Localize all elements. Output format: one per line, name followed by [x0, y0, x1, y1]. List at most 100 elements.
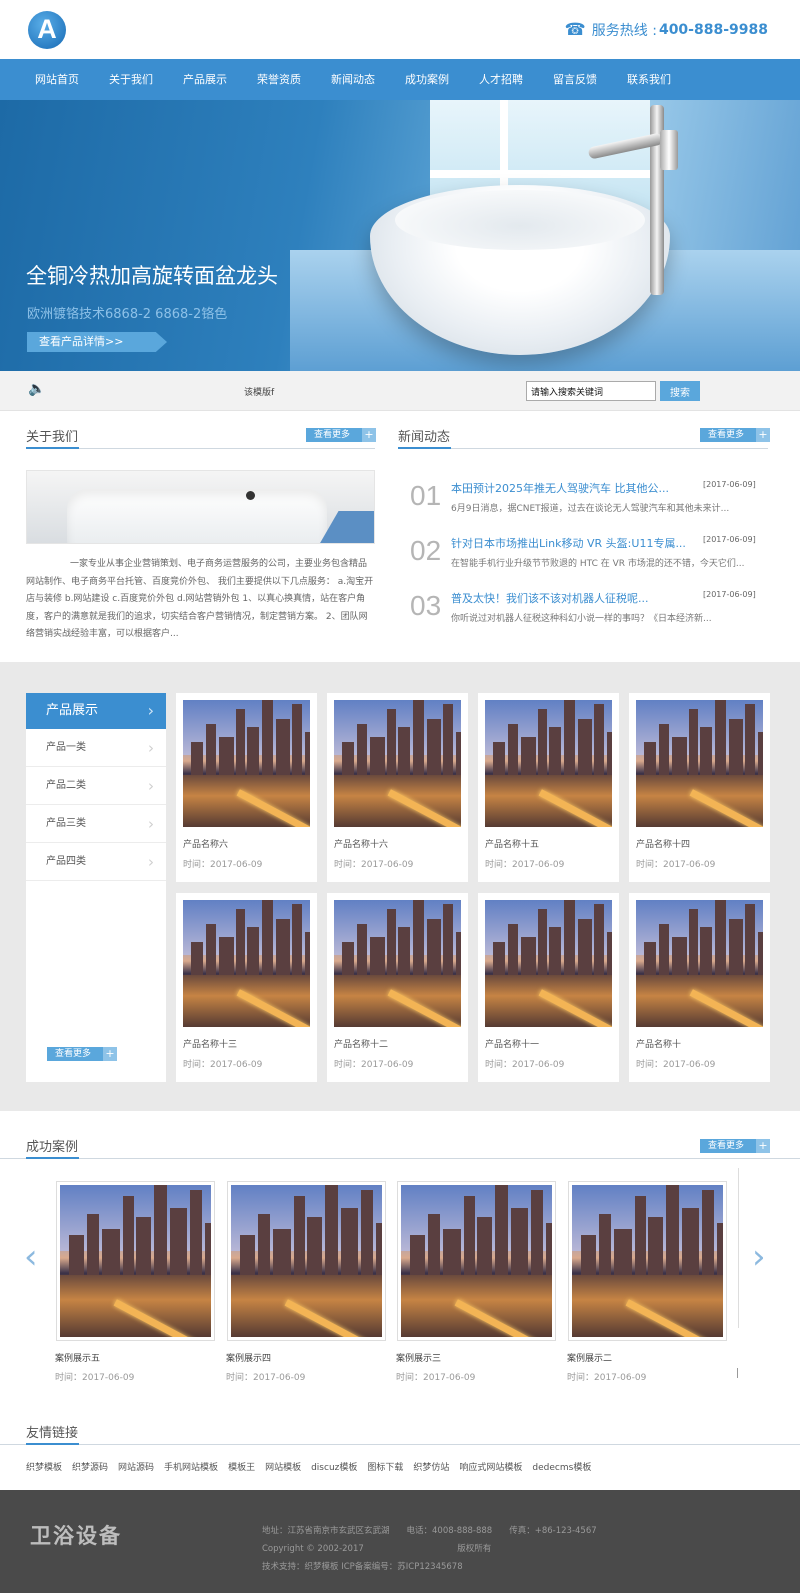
- product-thumbnail[interactable]: [485, 700, 612, 827]
- product-name[interactable]: 产品名称十一: [485, 1037, 539, 1050]
- nav-cases[interactable]: 成功案例: [390, 59, 464, 100]
- product-time: 时间：2017-06-09: [334, 1060, 414, 1070]
- carousel-prev-icon[interactable]: ‹: [24, 1240, 38, 1274]
- thumb-building: [716, 1223, 723, 1275]
- search-button[interactable]: 搜索: [660, 381, 700, 401]
- view-product-detail-button[interactable]: 查看产品详情>>: [27, 332, 167, 352]
- product-name[interactable]: 产品名称十五: [485, 837, 539, 850]
- category-item[interactable]: 产品四类 ›: [26, 843, 166, 881]
- product-thumbnail[interactable]: [60, 1185, 211, 1337]
- thumb-building: [581, 1235, 597, 1275]
- product-thumbnail[interactable]: [485, 900, 612, 1027]
- friend-link[interactable]: discuz模板: [311, 1460, 357, 1473]
- news-number: 02: [410, 535, 442, 566]
- thumb-building: [410, 1235, 426, 1275]
- product-name[interactable]: 产品名称十六: [334, 837, 388, 850]
- case-name[interactable]: 案例展示二: [567, 1351, 612, 1364]
- product-thumbnail[interactable]: [636, 700, 763, 827]
- friend-link[interactable]: 织梦模板: [26, 1460, 62, 1473]
- friend-link[interactable]: 响应式网站模板: [459, 1460, 522, 1473]
- news-item[interactable]: 01 本田预计2025年推无人驾驶汽车 比其他公... [2017-06-09]…: [410, 480, 770, 520]
- product-card[interactable]: 产品名称十 时间：2017-06-09: [629, 893, 770, 1082]
- thumb-building: [689, 908, 699, 975]
- category-item[interactable]: 产品三类 ›: [26, 805, 166, 843]
- case-name[interactable]: 案例展示三: [396, 1351, 441, 1364]
- thumb-building: [538, 908, 548, 975]
- thumb-building: [236, 708, 246, 775]
- news-item[interactable]: 03 普及太快！我们该不该对机器人征税呢... [2017-06-09] 你听说…: [410, 590, 770, 630]
- nav-home[interactable]: 网站首页: [20, 59, 94, 100]
- news-description: 你听说过对机器人征税这种科幻小说一样的事吗？《日本经济新...: [451, 614, 712, 624]
- news-title-link[interactable]: 本田预计2025年推无人驾驶汽车 比其他公...: [451, 480, 691, 496]
- thumb-building: [356, 724, 368, 775]
- news-item[interactable]: 02 针对日本市场推出Link移动 VR 头盔:U11专属... [2017-0…: [410, 535, 770, 575]
- product-sidebar-title[interactable]: 产品展示 ›: [26, 693, 166, 729]
- friend-link[interactable]: 织梦仿站: [413, 1460, 449, 1473]
- nav-news[interactable]: 新闻动态: [316, 59, 390, 100]
- product-thumbnail[interactable]: [636, 900, 763, 1027]
- carousel-next-icon[interactable]: ›: [752, 1240, 766, 1274]
- friend-link[interactable]: 织梦源码: [72, 1460, 108, 1473]
- thumb-building: [548, 926, 562, 975]
- thumb-building: [492, 741, 506, 775]
- thumb-building: [341, 941, 355, 975]
- product-name[interactable]: 产品名称十四: [636, 837, 690, 850]
- product-thumbnail[interactable]: [334, 900, 461, 1027]
- product-card[interactable]: 产品名称十四 时间：2017-06-09: [629, 693, 770, 882]
- links-section-title: 友情链接: [26, 1426, 79, 1441]
- nav-jobs[interactable]: 人才招聘: [464, 59, 538, 100]
- product-card[interactable]: 产品名称十一 时间：2017-06-09: [478, 893, 619, 1082]
- thumb-building: [671, 736, 687, 775]
- about-more-button[interactable]: 查看更多 +: [306, 428, 376, 442]
- friend-link[interactable]: dedecms模板: [532, 1460, 591, 1473]
- nav-about[interactable]: 关于我们: [94, 59, 168, 100]
- about-section-title: 关于我们: [26, 430, 79, 445]
- product-thumbnail[interactable]: [231, 1185, 382, 1337]
- product-card[interactable]: 产品名称十三 时间：2017-06-09: [176, 893, 317, 1082]
- product-card[interactable]: 产品名称十六 时间：2017-06-09: [327, 693, 468, 882]
- news-title-link[interactable]: 针对日本市场推出Link移动 VR 头盔:U11专属...: [451, 535, 691, 551]
- case-name[interactable]: 案例展示四: [226, 1351, 271, 1364]
- product-card[interactable]: 产品名称六 时间：2017-06-09: [176, 693, 317, 882]
- case-card[interactable]: [227, 1181, 386, 1341]
- cases-more-button[interactable]: 查看更多 +: [700, 1139, 770, 1153]
- product-name[interactable]: 产品名称十三: [183, 1037, 237, 1050]
- product-card[interactable]: 产品名称十二时间：2017-06-09: [327, 893, 468, 1082]
- nav-products[interactable]: 产品展示: [168, 59, 242, 100]
- case-name[interactable]: 案例展示五: [55, 1351, 100, 1364]
- product-thumbnail[interactable]: [572, 1185, 723, 1337]
- friend-link[interactable]: 手机网站模板: [164, 1460, 218, 1473]
- thumb-water: [231, 1275, 382, 1337]
- friend-link[interactable]: 模板王: [228, 1460, 255, 1473]
- news-title-underline: [398, 447, 451, 449]
- product-name[interactable]: 产品名称十: [636, 1037, 681, 1050]
- friend-link[interactable]: 网站模板: [265, 1460, 301, 1473]
- news-more-button[interactable]: 查看更多 +: [700, 428, 770, 442]
- product-thumbnail[interactable]: [401, 1185, 552, 1337]
- nav-feedback[interactable]: 留言反馈: [538, 59, 612, 100]
- nav-contact[interactable]: 联系我们: [612, 59, 686, 100]
- announcement-marquee[interactable]: 该模版f: [244, 385, 274, 398]
- friend-link[interactable]: 图标下载: [367, 1460, 403, 1473]
- case-card[interactable]: [397, 1181, 556, 1341]
- product-thumbnail[interactable]: [334, 700, 461, 827]
- search-input[interactable]: [526, 381, 656, 401]
- category-item[interactable]: 产品一类 ›: [26, 729, 166, 767]
- thumb-building: [443, 903, 454, 975]
- about-more-label: 查看更多: [314, 430, 351, 440]
- nav-honors[interactable]: 荣誉资质: [242, 59, 316, 100]
- site-logo[interactable]: A: [28, 11, 66, 49]
- category-item[interactable]: 产品二类 ›: [26, 767, 166, 805]
- friend-link[interactable]: 网站源码: [118, 1460, 154, 1473]
- product-name[interactable]: 产品名称六: [183, 837, 228, 850]
- case-card[interactable]: [568, 1181, 727, 1341]
- product-card[interactable]: 产品名称十五 时间：2017-06-09: [478, 693, 619, 882]
- products-more-button[interactable]: 查看更多 +: [47, 1047, 117, 1061]
- product-name[interactable]: 产品名称十二: [334, 1037, 388, 1050]
- category-label: 产品三类: [46, 818, 86, 829]
- news-title-link[interactable]: 普及太快！我们该不该对机器人征税呢...: [451, 590, 691, 606]
- product-thumbnail[interactable]: [183, 700, 310, 827]
- case-card[interactable]: [56, 1181, 215, 1341]
- hero-banner[interactable]: 全铜冷热加高旋转面盆龙头 欧洲镀铬技术6868-2 6868-2铬色 查看产品详…: [0, 100, 800, 371]
- product-thumbnail[interactable]: [183, 900, 310, 1027]
